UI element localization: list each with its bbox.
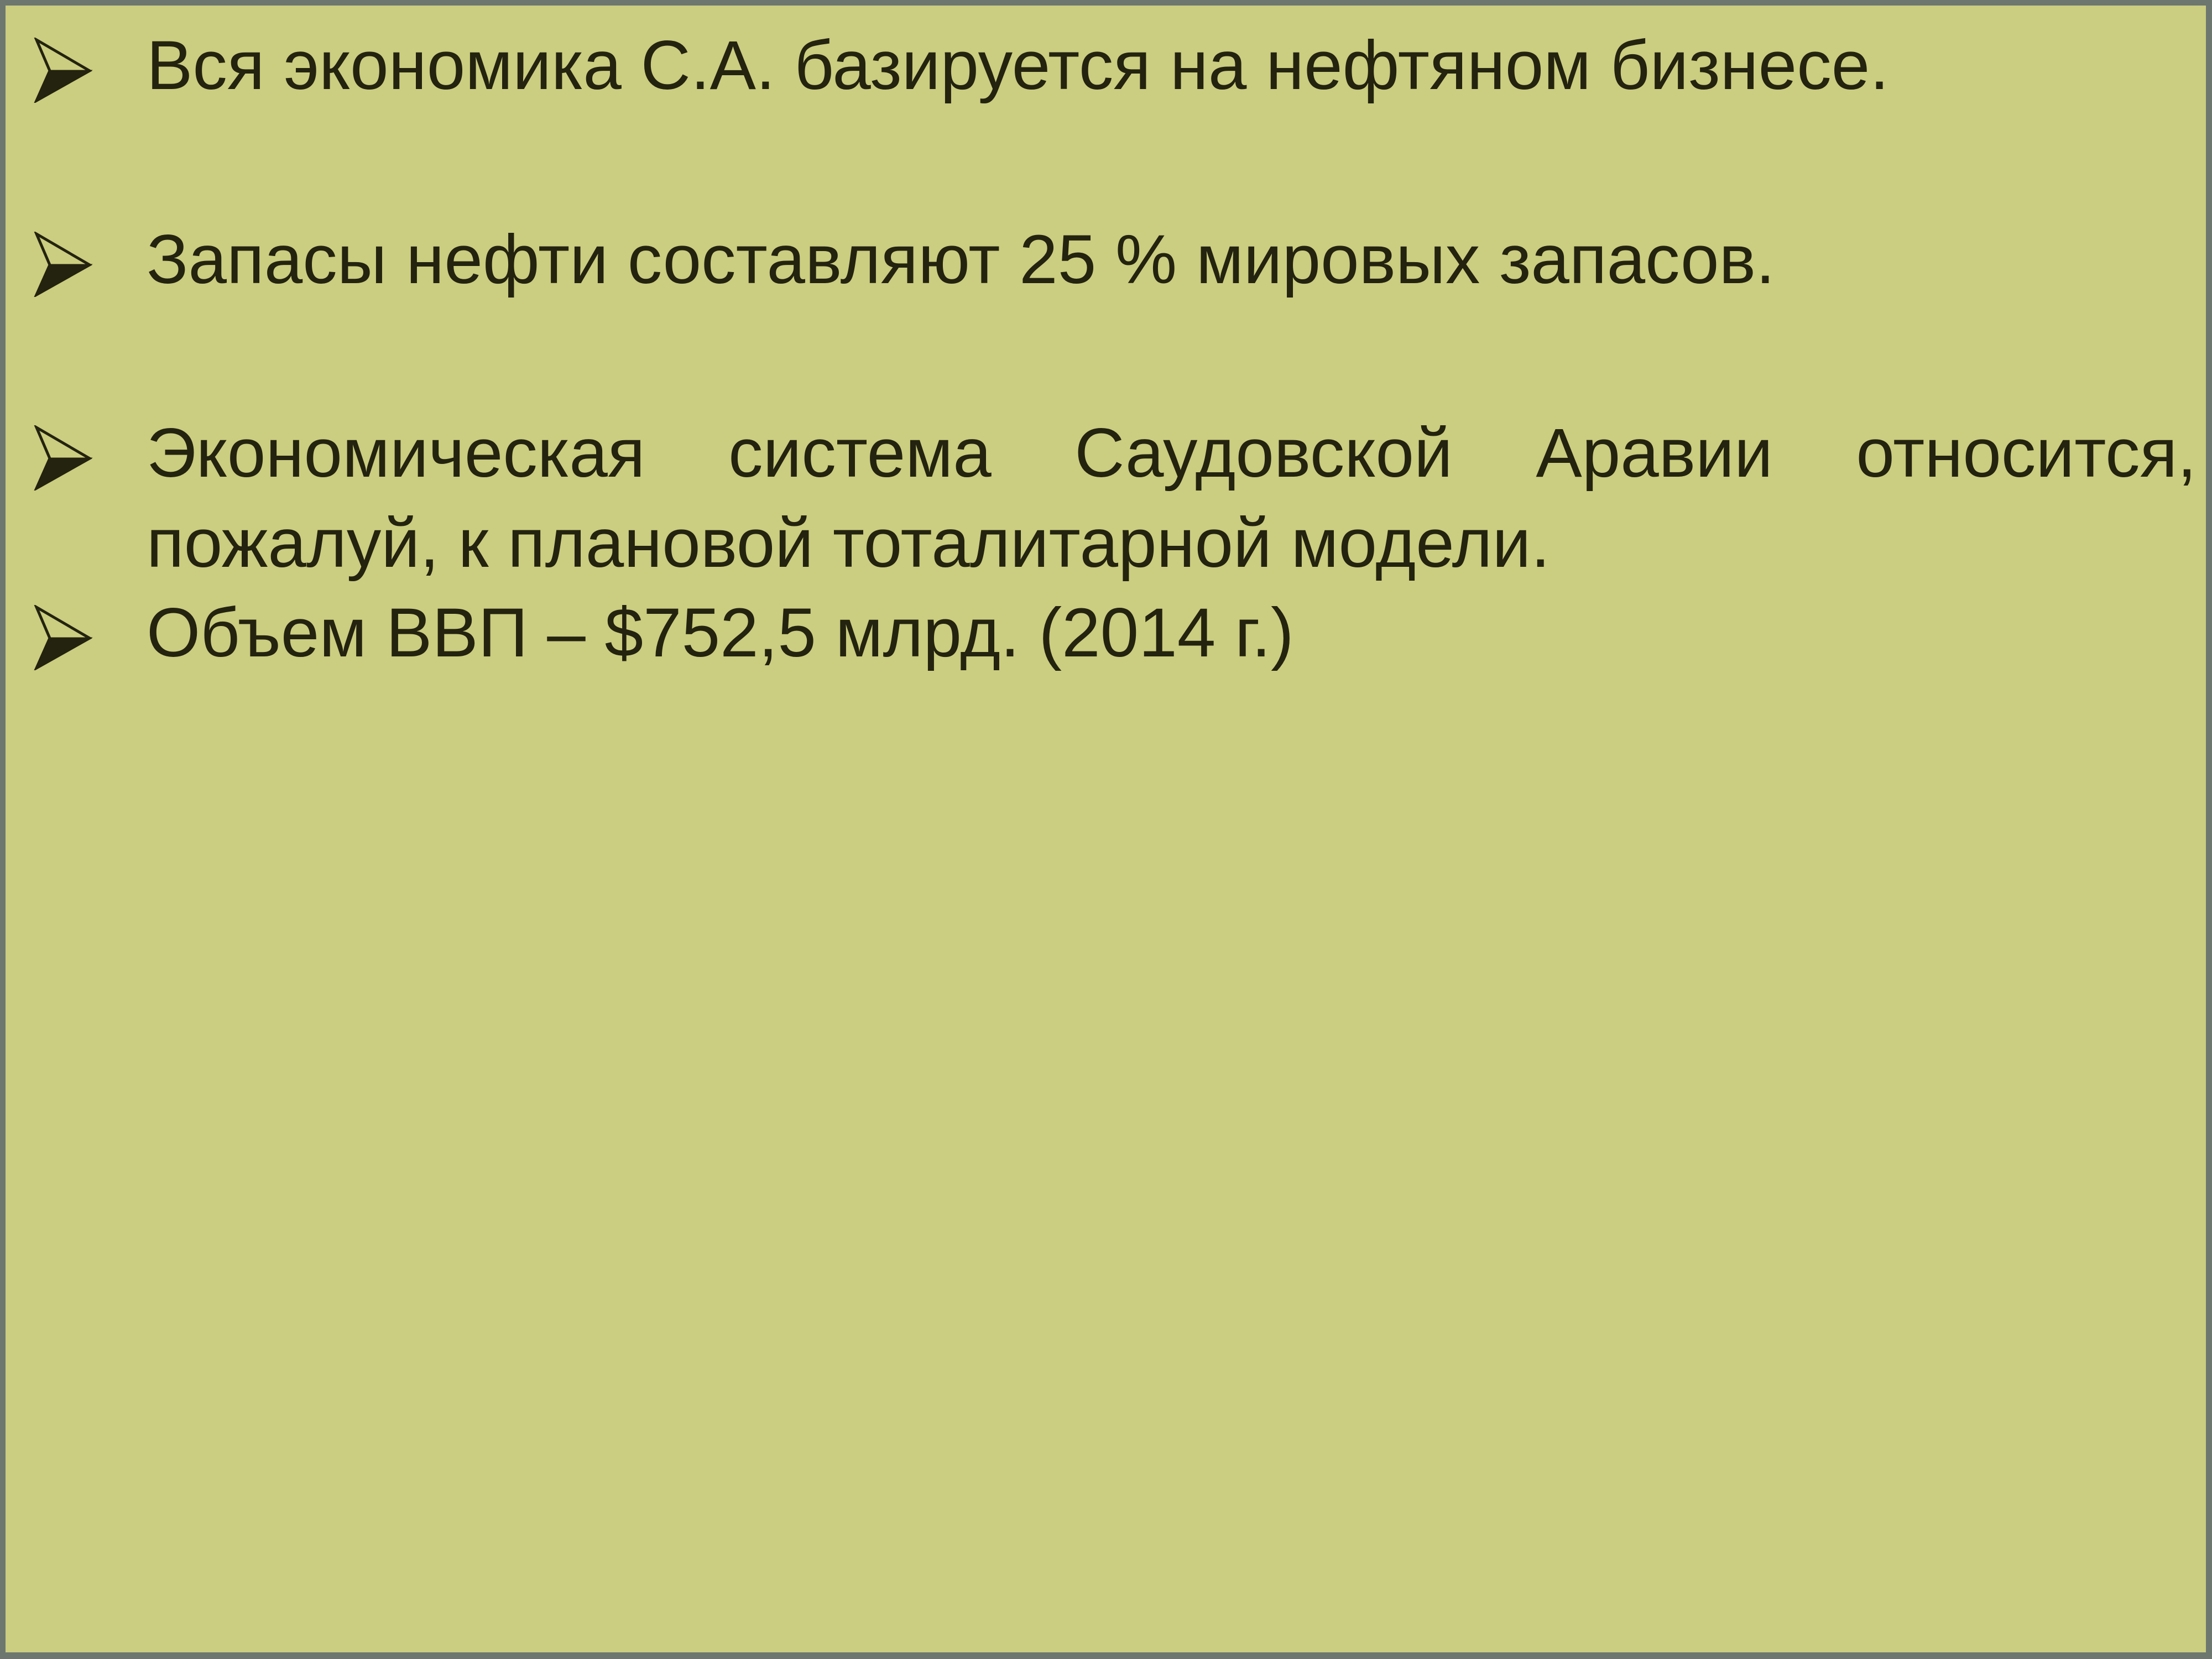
- list-item[interactable]: Вся экономика С.А. базируется на нефтяно…: [6, 21, 2206, 111]
- list-item-label: Вся экономика С.А. базируется на нефтяно…: [147, 27, 1889, 104]
- presentation-slide: Вся экономика С.А. базируется на нефтяно…: [0, 0, 2212, 1659]
- list-item[interactable]: Экономическая система Саудовской Аравии …: [6, 409, 2206, 588]
- arrowhead-bullet-icon: [33, 605, 93, 670]
- list-item[interactable]: Запасы нефти составляют 25 % мировых зап…: [6, 215, 2206, 305]
- arrowhead-bullet-icon: [33, 425, 93, 491]
- empty-slide-area: [6, 679, 2206, 1326]
- slide-content-body: Вся экономика С.А. базируется на нефтяно…: [6, 6, 2206, 1326]
- list-item-label: Объем ВВП – $752,5 млрд. (2014 г.): [147, 594, 1294, 671]
- arrowhead-bullet-icon: [33, 231, 93, 297]
- list-item-label: Запасы нефти составляют 25 % мировых зап…: [147, 221, 1775, 298]
- list-item-label: Экономическая система Саудовской Аравии …: [147, 415, 2197, 582]
- list-item[interactable]: Объем ВВП – $752,5 млрд. (2014 г.): [6, 588, 2206, 679]
- arrowhead-bullet-icon: [33, 38, 93, 103]
- bullet-list: Вся экономика С.А. базируется на нефтяно…: [6, 21, 2206, 679]
